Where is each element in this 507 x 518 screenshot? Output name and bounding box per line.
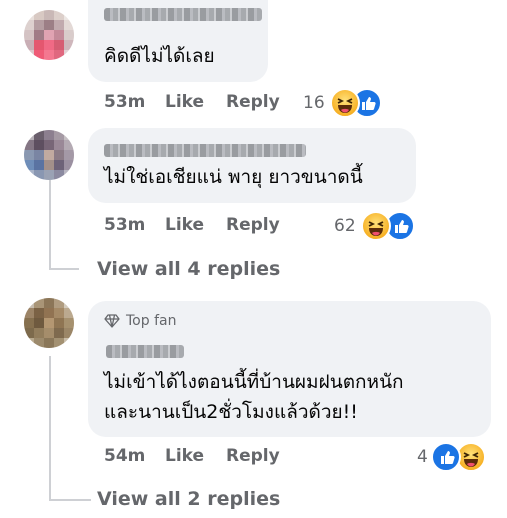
- avatar[interactable]: [24, 298, 74, 348]
- comment-timestamp[interactable]: 54m: [104, 446, 145, 466]
- comment-text: ไม่เข้าได้ไงตอนนี้ที่บ้านผมฝนตกหนัก: [104, 371, 404, 393]
- comment-text: และนานเป็น2ชั่วโมงแล้วด้วย!!: [104, 401, 358, 423]
- comment-timestamp[interactable]: 53m: [104, 215, 145, 235]
- reply-button[interactable]: Reply: [226, 92, 280, 112]
- reaction-count[interactable]: 16: [303, 93, 325, 113]
- comment-text: ไม่ใช่เอเชียแน่ พายุ ยาวขนาดนี้: [104, 166, 363, 188]
- haha-reaction-icon: [330, 88, 360, 118]
- like-button[interactable]: Like: [165, 92, 204, 112]
- reply-button[interactable]: Reply: [226, 446, 280, 466]
- commenter-name[interactable]: [104, 8, 262, 21]
- reaction-count[interactable]: 62: [334, 216, 356, 236]
- reaction-count[interactable]: 4: [417, 447, 428, 467]
- like-reaction-icon: [431, 442, 461, 472]
- commenter-name[interactable]: [104, 144, 306, 157]
- thread-line: [49, 499, 91, 501]
- avatar[interactable]: [24, 10, 74, 60]
- diamond-icon: [104, 314, 120, 328]
- comment-text: คิดดีไม่ได้เลย: [104, 45, 215, 67]
- top-fan-label: Top fan: [126, 313, 177, 329]
- view-replies-link[interactable]: View all 2 replies: [97, 488, 280, 510]
- like-button[interactable]: Like: [165, 215, 204, 235]
- haha-reaction-icon: [361, 211, 391, 241]
- like-button[interactable]: Like: [165, 446, 204, 466]
- comment-bubble: คิดดีไม่ได้เลย: [88, 0, 268, 82]
- thread-line: [49, 180, 51, 268]
- view-replies-link[interactable]: View all 4 replies: [97, 258, 280, 280]
- avatar[interactable]: [24, 130, 74, 180]
- comment-timestamp[interactable]: 53m: [104, 92, 145, 112]
- comment-bubble: Top fan ไม่เข้าได้ไงตอนนี้ที่บ้านผมฝนตกห…: [88, 301, 491, 437]
- thread-line: [49, 356, 51, 500]
- thread-line: [49, 268, 79, 270]
- top-fan-badge: Top fan: [104, 313, 176, 329]
- comment-bubble: ไม่ใช่เอเชียแน่ พายุ ยาวขนาดนี้: [88, 128, 416, 203]
- reply-button[interactable]: Reply: [226, 215, 280, 235]
- commenter-name[interactable]: [106, 345, 184, 358]
